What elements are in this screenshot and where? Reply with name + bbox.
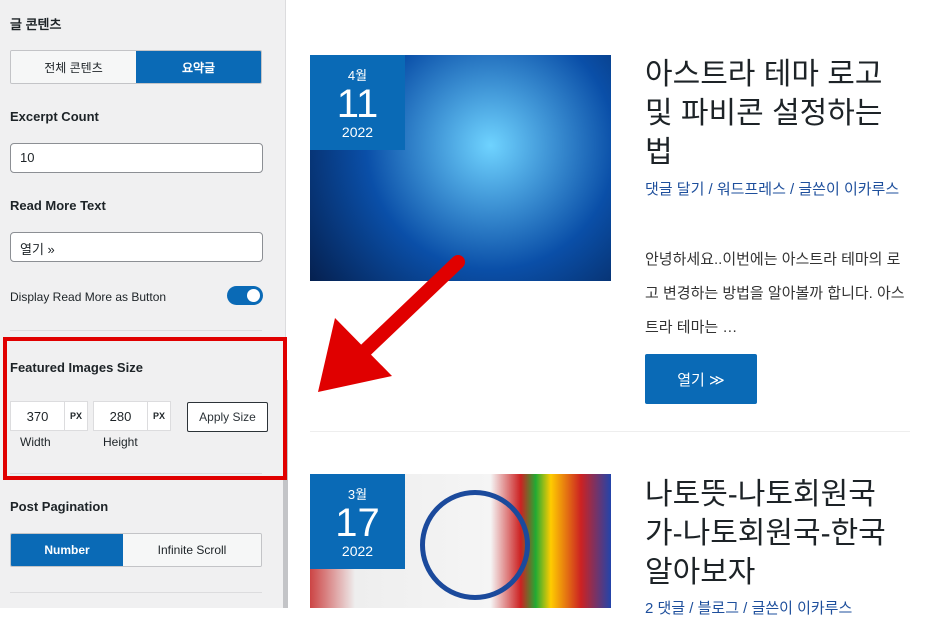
red-arrow-icon — [318, 255, 465, 392]
